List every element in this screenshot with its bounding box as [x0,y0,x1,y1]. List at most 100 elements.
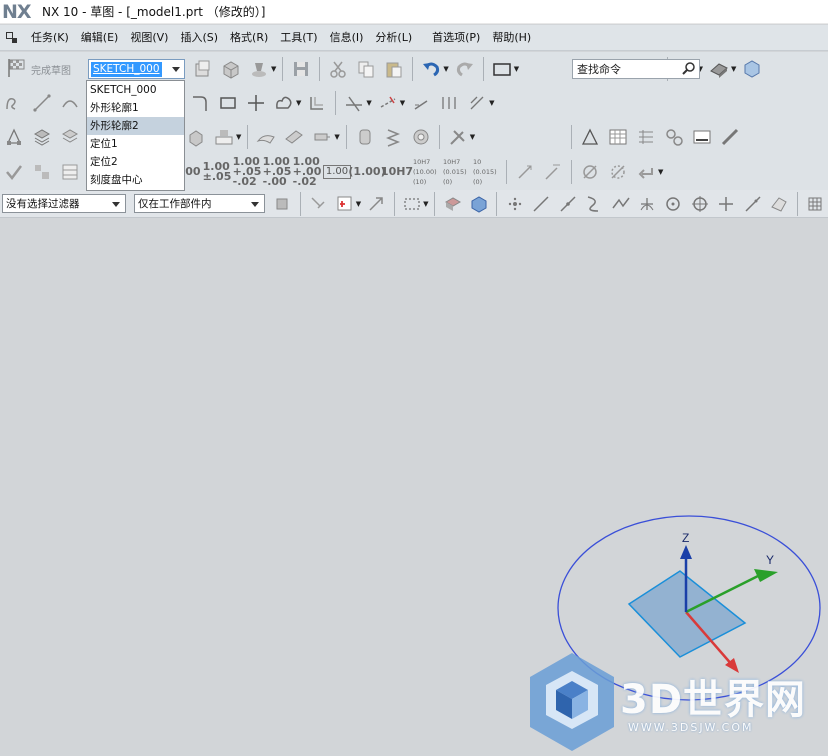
return-icon[interactable] [634,160,658,184]
chevron-down-icon[interactable]: ▼ [423,200,428,208]
studio-spline-icon[interactable] [272,91,296,115]
finish-sketch-button[interactable]: 完成草图 [6,57,71,82]
pick-icon[interactable] [365,192,387,216]
chevron-down-icon[interactable]: ▼ [296,99,301,107]
selection-scope-select[interactable]: 仅在工作部件内 [133,194,266,213]
diameter-dashed-icon[interactable] [606,160,630,184]
point-icon[interactable] [244,91,268,115]
chevron-down-icon[interactable]: ▼ [366,99,371,107]
dimension-fit-value-button[interactable]: 10H7 (10.00) (10) [413,158,441,186]
quick-trim-icon[interactable] [342,91,366,115]
menu-preferences[interactable]: 首选项(P) [426,27,486,49]
swept-icon[interactable] [282,125,306,149]
menu-task[interactable]: 任务(K) [25,27,75,49]
arc-icon[interactable] [58,91,82,115]
sketch-option[interactable]: 定位2 [87,153,184,171]
reattach-icon[interactable] [219,57,243,81]
menu-help[interactable]: 帮助(H) [486,27,537,49]
search-icon[interactable] [679,62,699,76]
chevron-down-icon[interactable]: ▼ [236,133,241,141]
rectangle-sketch-icon[interactable] [216,91,240,115]
check-icon[interactable] [2,160,26,184]
undo-icon[interactable] [419,57,443,81]
mirror-curve-icon[interactable] [409,91,433,115]
fillet-icon[interactable] [188,91,212,115]
grid-icon[interactable] [804,192,826,216]
filter-settings-icon[interactable] [271,192,293,216]
shaded-view-icon[interactable] [707,57,731,81]
endpoint-icon[interactable] [530,192,552,216]
chevron-down-icon[interactable]: ▼ [334,133,339,141]
diameter-icon[interactable] [578,160,602,184]
assembly-icon[interactable] [30,160,54,184]
dimension-tol-sym-button[interactable]: 1.00 ±.05 [203,158,232,186]
menu-analysis[interactable]: 分析(L) [369,27,418,49]
chevron-down-icon[interactable]: ▼ [514,65,519,73]
triangle-icon[interactable] [578,125,602,149]
cut-icon[interactable] [326,57,350,81]
panel-icon[interactable] [690,125,714,149]
sketch-option[interactable]: 外形轮廓1 [87,99,184,117]
sketch-plane-icon[interactable] [191,57,215,81]
sketch-option[interactable]: 刻度盘中心 [87,171,184,189]
select-body-icon[interactable] [441,192,463,216]
stack-icon[interactable] [58,125,82,149]
circle-center-icon[interactable] [662,192,684,216]
menu-view[interactable]: 视图(V) [124,27,174,49]
cylinder-icon[interactable] [353,125,377,149]
intersection-icon[interactable] [609,192,631,216]
label-abc-icon[interactable] [212,125,236,149]
dimension-fit-tol-button[interactable]: 10H7 (0.015) (0) [443,158,471,186]
find-command-field[interactable]: 查找命令 [572,59,700,79]
spring-icon[interactable] [381,125,405,149]
save-icon[interactable] [289,57,313,81]
chevron-down-icon[interactable]: ▼ [489,99,494,107]
sketch-option[interactable]: 定位1 [87,135,184,153]
menu-tools[interactable]: 工具(T) [274,27,323,49]
dimension-basic-button[interactable]: 1.00 [322,158,352,186]
chevron-down-icon[interactable] [172,67,180,72]
update-model-icon[interactable] [247,57,271,81]
geometric-constraint-icon[interactable] [2,125,26,149]
ruler-icon[interactable] [718,125,742,149]
cube-view-icon[interactable] [740,57,764,81]
gears-icon[interactable] [662,125,686,149]
midpoint-icon[interactable] [556,192,578,216]
chevron-down-icon[interactable]: ▼ [271,65,276,73]
chevron-down-icon[interactable]: ▼ [400,99,405,107]
radius-dimension-icon[interactable] [513,160,537,184]
paste-icon[interactable] [382,57,406,81]
table-icon[interactable] [606,125,630,149]
sketch-option[interactable]: SKETCH_000 [87,81,184,99]
chevron-down-icon[interactable]: ▼ [470,133,475,141]
existing-point-icon[interactable] [715,192,737,216]
arc-center-icon[interactable] [636,192,658,216]
rectangle-select-icon[interactable] [401,192,423,216]
profile-icon[interactable] [2,91,26,115]
type-filter-select[interactable]: 没有选择过滤器 [2,194,126,213]
menu-insert[interactable]: 插入(S) [174,27,224,49]
derived-lines-icon[interactable] [465,91,489,115]
washer-icon[interactable] [409,125,433,149]
copy-icon[interactable] [354,57,378,81]
menu-format[interactable]: 格式(R) [224,27,274,49]
surface-icon[interactable] [254,125,278,149]
point-on-face-icon[interactable] [768,192,790,216]
layer-stack-icon[interactable] [30,125,54,149]
point-on-curve-icon[interactable] [742,192,764,216]
graphics-viewport[interactable]: Y Z 3D世界网 WWW.3DSJW.COM [0,219,828,756]
line-icon[interactable] [30,91,54,115]
dimension-tol-upper-button[interactable]: 1.00 +.05 -.00 [263,156,292,187]
select-box-icon[interactable] [333,192,355,216]
control-point-icon[interactable] [583,192,605,216]
sketch-name-select[interactable]: SKETCH_000 [88,59,185,79]
find-command-input[interactable]: 查找命令 [573,61,679,77]
snap-points-icon[interactable] [503,192,525,216]
radius-edit-icon[interactable] [541,160,565,184]
chevron-down-icon[interactable]: ▼ [731,65,736,73]
snap-icon[interactable] [307,192,329,216]
grid-add-icon[interactable] [634,125,658,149]
chevron-down-icon[interactable]: ▼ [356,200,361,208]
menu-info[interactable]: 信息(I) [324,27,370,49]
menu-grid-icon[interactable] [5,31,19,45]
